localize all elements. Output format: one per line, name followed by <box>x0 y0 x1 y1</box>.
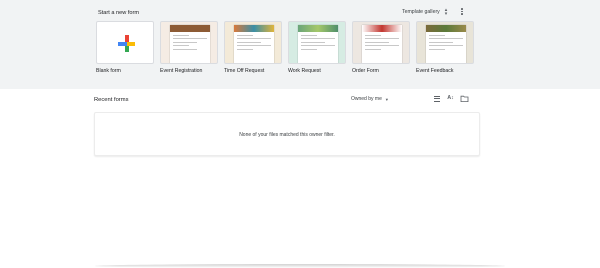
section-title: Start a new form <box>98 10 140 16</box>
template-event-registration[interactable]: Event Registration <box>160 21 218 74</box>
form-preview <box>234 25 274 63</box>
template-thumbnail[interactable] <box>224 21 282 64</box>
empty-state-message: None of your files matched this owner fi… <box>239 132 335 138</box>
template-blank-form[interactable]: Blank form <box>96 21 154 74</box>
caret-down-icon: ▼ <box>384 96 389 102</box>
template-thumbnail[interactable] <box>160 21 218 64</box>
template-label: Work Request <box>288 68 321 74</box>
template-gallery-button[interactable]: Template gallery ▴ ▾ <box>402 7 448 17</box>
template-label: Blank form <box>96 68 121 74</box>
form-preview <box>298 25 338 63</box>
bottom-shadow <box>95 264 505 268</box>
template-label: Time Off Request <box>224 68 265 74</box>
owner-filter-dropdown[interactable]: Owned by me ▼ <box>351 96 389 102</box>
template-thumbnail[interactable] <box>288 21 346 64</box>
template-event-feedback[interactable]: Event Feedback <box>416 21 474 74</box>
unfold-more-icon: ▴ ▾ <box>444 7 448 17</box>
list-view-icon[interactable] <box>432 94 441 103</box>
recent-forms-title: Recent forms <box>94 97 129 103</box>
template-gallery-label: Template gallery <box>402 9 440 15</box>
form-preview <box>426 25 466 63</box>
owner-filter-label: Owned by me <box>351 96 382 102</box>
empty-state-card: None of your files matched this owner fi… <box>94 112 480 156</box>
sort-az-icon[interactable]: A↕ <box>446 94 455 103</box>
template-order-form[interactable]: Order Form <box>352 21 410 74</box>
form-preview <box>170 25 210 63</box>
template-label: Event Registration <box>160 68 203 74</box>
template-thumbnail[interactable] <box>96 21 154 64</box>
folder-icon[interactable] <box>460 94 469 103</box>
template-label: Event Feedback <box>416 68 454 74</box>
start-new-form-section: Start a new form Template gallery ▴ ▾ Bla… <box>0 0 600 89</box>
plus-icon <box>118 35 135 52</box>
template-work-request[interactable]: Work Request <box>288 21 346 74</box>
template-label: Order Form <box>352 68 379 74</box>
more-vert-icon[interactable] <box>458 7 466 16</box>
form-preview <box>362 25 402 63</box>
template-thumbnail[interactable] <box>352 21 410 64</box>
template-thumbnail[interactable] <box>416 21 474 64</box>
template-time-off-request[interactable]: Time Off Request <box>224 21 282 74</box>
